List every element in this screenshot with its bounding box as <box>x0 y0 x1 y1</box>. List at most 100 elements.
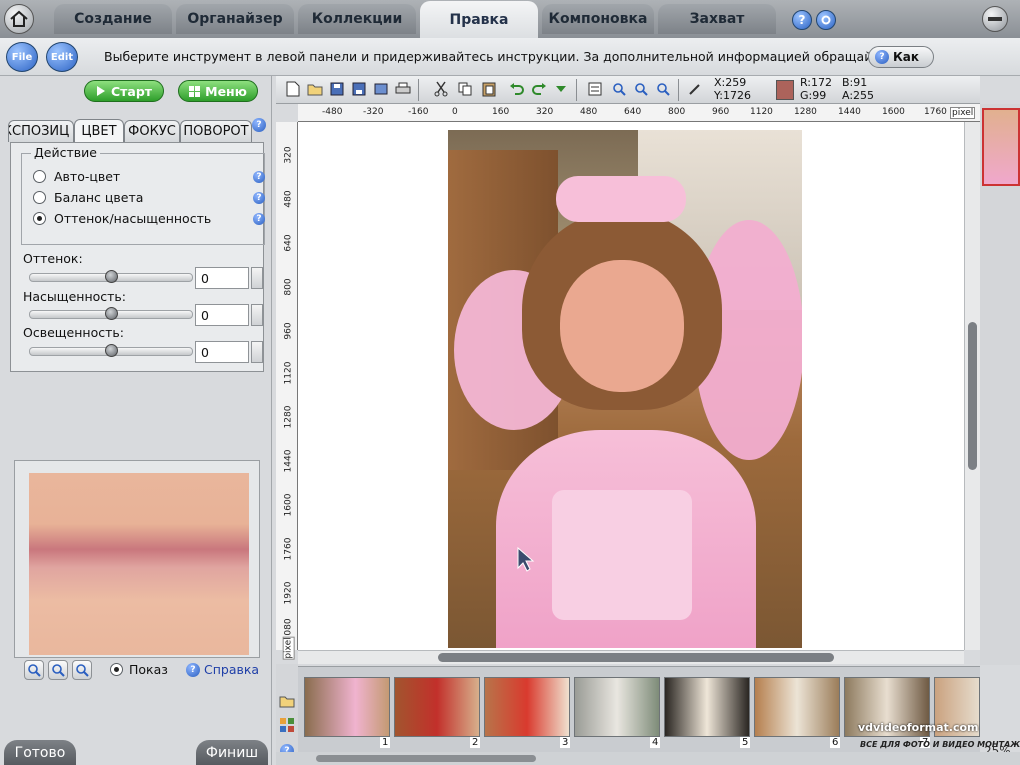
ruler-label: 640 <box>624 107 642 117</box>
ruler-label: 1120 <box>283 361 294 385</box>
lightness-slider[interactable] <box>29 344 193 357</box>
ruler-label: 1280 <box>794 107 817 117</box>
eyedropper-tool[interactable] <box>686 80 704 98</box>
hue-slider-knob[interactable] <box>105 270 118 283</box>
print-button[interactable] <box>394 80 412 98</box>
edit-button[interactable]: Edit <box>46 42 78 72</box>
thumbnail-number: 6 <box>830 737 841 748</box>
home-button[interactable] <box>4 4 34 34</box>
filmstrip-thumbnail[interactable] <box>484 677 570 737</box>
tab-compose[interactable]: Компоновка <box>542 4 654 34</box>
thumbnail-number: 4 <box>650 737 661 748</box>
how-button[interactable]: ? Как <box>868 46 934 68</box>
color-balance-help-icon[interactable]: ? <box>253 192 265 204</box>
subtab-exposure[interactable]: КСПОЗИЦ <box>8 120 74 142</box>
subtab-rotate[interactable]: ПОВОРОТ <box>180 120 252 142</box>
tab-organizer[interactable]: Органайзер <box>176 4 294 34</box>
horizontal-scroll-thumb[interactable] <box>438 653 834 662</box>
menu-button[interactable]: Меню <box>178 80 258 102</box>
done-button[interactable]: Готово <box>4 740 76 765</box>
subtab-color[interactable]: ЦВЕТ <box>74 119 124 143</box>
help-button[interactable]: ? <box>792 10 812 30</box>
undo-button[interactable] <box>508 80 526 98</box>
save-button[interactable] <box>328 80 346 98</box>
subtab-focus[interactable]: ФОКУС <box>124 120 180 142</box>
zoom-in-tool[interactable] <box>610 80 628 98</box>
edited-photo[interactable] <box>448 130 802 648</box>
ruler-label: 800 <box>668 107 686 117</box>
filmstrip-thumbnail[interactable] <box>664 677 750 737</box>
auto-color-help-icon[interactable]: ? <box>253 171 265 183</box>
fit-tool[interactable] <box>654 80 672 98</box>
zoom-out-tool[interactable] <box>632 80 650 98</box>
new-button[interactable] <box>284 80 302 98</box>
properties-button[interactable] <box>586 80 604 98</box>
zoom-in-button[interactable] <box>24 660 44 680</box>
fit-button[interactable] <box>72 660 92 680</box>
finish-button[interactable]: Финиш <box>196 740 268 765</box>
filmstrip-folder-button[interactable] <box>278 692 296 710</box>
ruler-label: 0 <box>452 107 458 117</box>
saturation-slider[interactable] <box>29 307 193 320</box>
vertical-scroll-thumb[interactable] <box>968 322 977 470</box>
lightness-value[interactable]: 0 <box>195 341 249 363</box>
saturation-slider-knob[interactable] <box>105 307 118 320</box>
lightness-slider-knob[interactable] <box>105 344 118 357</box>
file-button[interactable]: File <box>6 42 38 72</box>
tab-capture[interactable]: Захват <box>658 4 776 34</box>
minimize-button[interactable] <box>982 6 1008 32</box>
filmstrip-thumbnail[interactable] <box>574 677 660 737</box>
current-page-thumbnail[interactable] <box>982 108 1020 186</box>
filmstrip-thumbnail[interactable] <box>394 677 480 737</box>
hue-value[interactable]: 0 <box>195 267 249 289</box>
tab-collections[interactable]: Коллекции <box>298 4 416 34</box>
radio-hue-saturation[interactable] <box>33 212 46 225</box>
preview-panel <box>14 460 260 658</box>
action-hue-saturation[interactable]: Оттенок/насыщенность <box>33 211 211 226</box>
settings-button[interactable] <box>816 10 836 30</box>
redo-button[interactable] <box>530 80 548 98</box>
action-auto-color[interactable]: Авто-цвет <box>33 169 120 184</box>
cut-button[interactable] <box>432 80 450 98</box>
radio-auto-color[interactable] <box>33 170 46 183</box>
filmstrip-scroll-thumb[interactable] <box>316 755 536 762</box>
ruler-unit: pixel <box>282 636 295 660</box>
zoom-out-button[interactable] <box>48 660 68 680</box>
saturation-value[interactable]: 0 <box>195 304 249 326</box>
photo-headband <box>556 176 686 222</box>
tab-edit[interactable]: Правка <box>420 1 538 38</box>
tab-create[interactable]: Создание <box>54 4 172 34</box>
help-link[interactable]: ? Справка <box>186 662 259 677</box>
filmstrip-scrollbar[interactable]: ВСЕ ДЛЯ ФОТО И ВИДЕО МОНТАЖА! <box>276 740 1020 765</box>
action-color-balance[interactable]: Баланс цвета <box>33 190 143 205</box>
show-checkbox[interactable] <box>110 663 123 676</box>
red-value: R:172 <box>800 76 833 89</box>
green-value: G:99 <box>800 89 827 102</box>
hue-label: Оттенок: <box>23 251 83 266</box>
filmstrip-thumbnail[interactable] <box>754 677 840 737</box>
lightness-spinner[interactable] <box>251 341 263 363</box>
hue-slider[interactable] <box>29 270 193 283</box>
start-button[interactable]: Старт <box>84 80 164 102</box>
open-button[interactable] <box>306 80 324 98</box>
radio-color-balance[interactable] <box>33 191 46 204</box>
hue-saturation-help-icon[interactable]: ? <box>253 213 265 225</box>
filmstrip-thumbnail[interactable] <box>304 677 390 737</box>
history-dropdown[interactable] <box>552 80 570 98</box>
save-as-button[interactable] <box>350 80 368 98</box>
horizontal-scrollbar[interactable] <box>298 650 964 664</box>
saturation-spinner[interactable] <box>251 304 263 326</box>
vertical-scrollbar[interactable] <box>964 122 980 650</box>
saturation-label: Насыщенность: <box>23 289 126 304</box>
subtab-help-icon[interactable]: ? <box>252 118 266 132</box>
share-button[interactable] <box>372 80 390 98</box>
paste-button[interactable] <box>480 80 498 98</box>
ruler-label: 160 <box>492 107 510 117</box>
hue-spinner[interactable] <box>251 267 263 289</box>
share-icon <box>374 83 388 95</box>
show-toggle[interactable]: Показ <box>110 662 168 677</box>
preview-image <box>29 473 249 655</box>
copy-button[interactable] <box>456 80 474 98</box>
image-canvas[interactable] <box>298 122 964 650</box>
filmstrip-grid-button[interactable] <box>278 716 296 734</box>
